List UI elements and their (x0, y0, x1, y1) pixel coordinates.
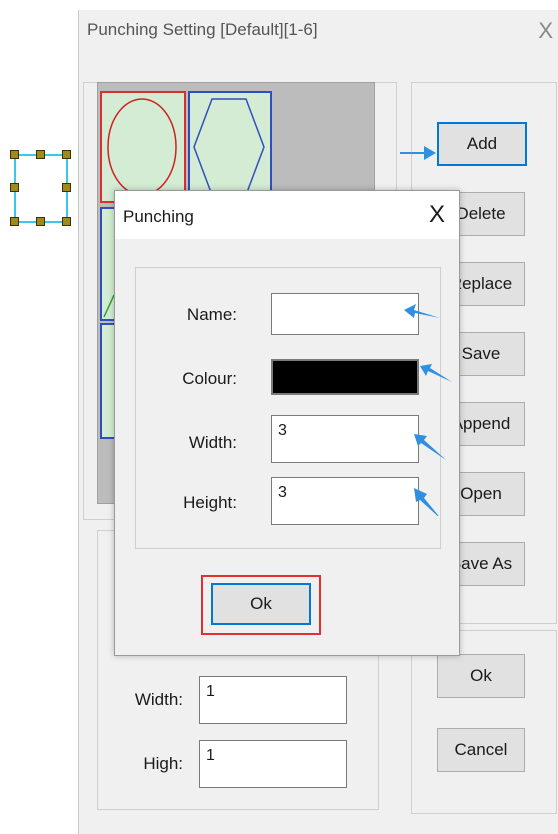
blue-arrow-icon (414, 434, 446, 460)
blue-arrow-icon (404, 304, 440, 318)
circle-shape-cell[interactable] (100, 91, 186, 203)
width-label: Width: (134, 690, 183, 709)
dialog-title: Punching (123, 207, 194, 226)
circle-icon (107, 98, 177, 196)
height-input[interactable]: 3 (271, 477, 419, 525)
window-title: Punching Setting [Default][1-6] (87, 20, 318, 39)
hexagon-icon (193, 98, 265, 196)
ok-button[interactable]: Ok (437, 654, 525, 698)
colour-label: Colour: (182, 369, 237, 388)
add-button[interactable]: Add (437, 122, 527, 166)
height-label: Height: (183, 493, 237, 512)
width-label: Width: (188, 433, 237, 452)
name-label: Name: (186, 305, 237, 324)
chevron-up-icon[interactable]: ^ (369, 94, 375, 108)
colour-picker[interactable] (271, 359, 419, 395)
punching-dialog: Punching X Name: Colour: Width: 3 Height… (114, 190, 460, 656)
blue-arrow-icon (420, 364, 452, 382)
close-icon[interactable]: X (538, 18, 553, 44)
blue-arrow-icon (400, 146, 436, 160)
width-input[interactable]: 1 (199, 676, 347, 724)
width-input[interactable]: 3 (271, 415, 419, 463)
cancel-button[interactable]: Cancel (437, 728, 525, 772)
name-input[interactable] (271, 293, 419, 335)
resize-handles-icon (10, 150, 72, 230)
high-label: High: (143, 754, 183, 773)
close-icon[interactable]: X (429, 201, 445, 229)
high-input[interactable]: 1 (199, 740, 347, 788)
hexagon-shape-cell[interactable] (188, 91, 272, 203)
blue-arrow-icon (414, 488, 439, 516)
dialog-ok-button[interactable]: Ok (211, 583, 311, 625)
